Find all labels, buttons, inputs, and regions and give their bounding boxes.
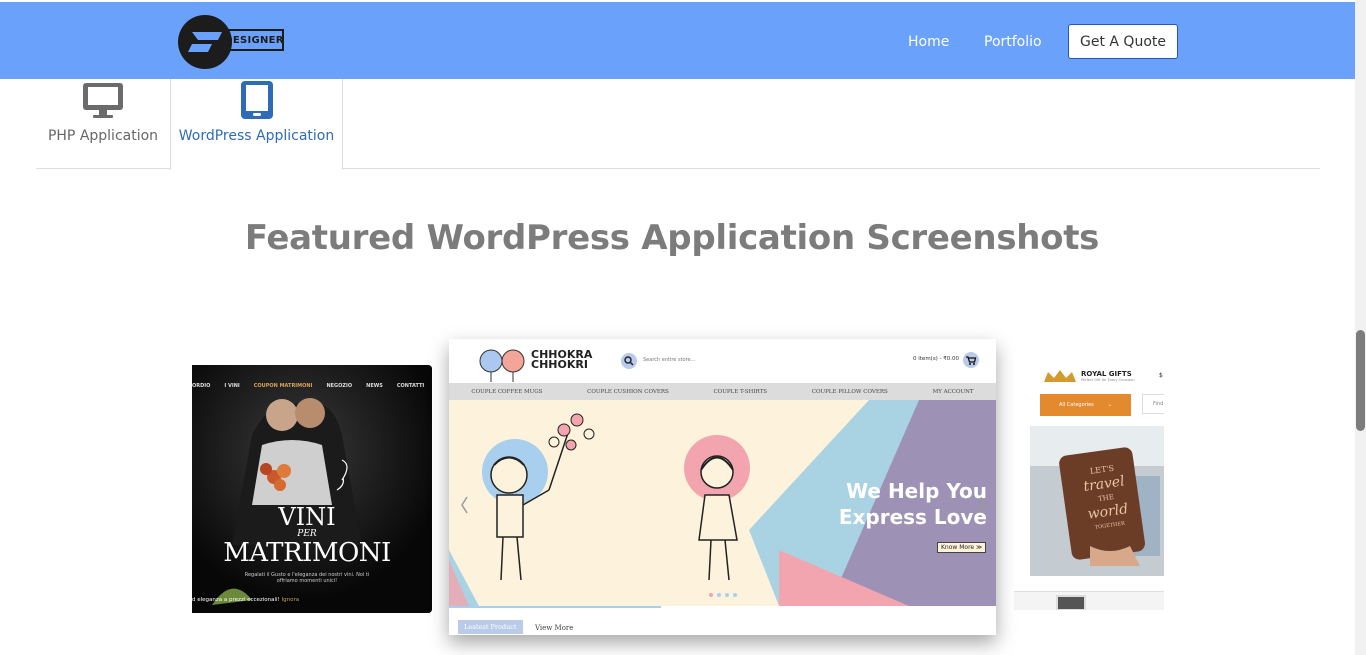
slide-left-headline: VINI PER MATRIMONI bbox=[192, 505, 422, 567]
get-a-quote-button[interactable]: Get A Quote bbox=[1068, 24, 1178, 59]
banner-line: Express Love bbox=[838, 505, 987, 529]
royal-gifts-header-icon: $ bbox=[1159, 372, 1163, 379]
cart-summary[interactable]: 0 item(s) - ₹0.00 bbox=[913, 356, 959, 362]
product-thumbnail-strip bbox=[1014, 591, 1164, 610]
shop-menu: COUPLE COFFEE MUGS COUPLE CUSHION COVERS… bbox=[449, 383, 996, 400]
shop-menu-item[interactable]: COUPLE COFFEE MUGS bbox=[471, 389, 542, 395]
couple-logo-icon bbox=[479, 349, 525, 382]
shop-menu-item[interactable]: MY ACCOUNT bbox=[933, 389, 974, 395]
menu-item: CONTATTI bbox=[396, 383, 425, 389]
slide-left-menu: ORDIO I VINI COUPON MATRIMONI NEGOZIO NE… bbox=[192, 383, 432, 389]
search-icon[interactable] bbox=[621, 353, 637, 369]
product-thumbnail[interactable] bbox=[1056, 595, 1086, 610]
nav-home-link[interactable]: Home bbox=[908, 34, 949, 50]
section-title: Featured WordPress Application Screensho… bbox=[244, 218, 1100, 258]
slide-left-subtext: Regalati il Gusto e l'eleganza dei nostr… bbox=[212, 572, 402, 584]
tab-php-label: PHP Application bbox=[47, 128, 159, 144]
brand-line: CHHOKRI bbox=[531, 358, 588, 371]
slide-chhokra-chhokri[interactable]: CHHOKRA CHHOKRI Search entire store... 0… bbox=[449, 339, 996, 635]
site-header: DESIGNER Home Portfolio Get A Quote bbox=[0, 0, 1355, 79]
banner-line: We Help You bbox=[846, 479, 987, 503]
banner-underline bbox=[449, 606, 661, 608]
desktop-monitor-icon bbox=[83, 83, 123, 118]
site-logo[interactable]: DESIGNER bbox=[178, 15, 290, 69]
scrollbar-track[interactable] bbox=[1355, 0, 1366, 655]
shop-menu-item[interactable]: COUPLE PILLOW COVERS bbox=[812, 389, 888, 395]
category-label: All Categories bbox=[1059, 402, 1094, 408]
brand-wordmark: CHHOKRA CHHOKRI bbox=[531, 349, 592, 371]
tab-php-application[interactable]: PHP Application bbox=[36, 79, 170, 169]
subtext-line: offriamo momenti unici! bbox=[276, 578, 338, 584]
slide-royal-gifts[interactable]: ROYAL GIFTS Perfect Gift for Every Occas… bbox=[1014, 356, 1164, 610]
headline-matrimoni: MATRIMONI bbox=[223, 538, 391, 568]
cookie-bar: d eleganza a prezzi eccezionali! Ignora bbox=[192, 597, 299, 603]
menu-item: NEWS bbox=[366, 383, 383, 389]
chevron-down-icon: ⌄ bbox=[1107, 402, 1112, 408]
logo-text: DESIGNER bbox=[224, 29, 284, 51]
tablet-icon bbox=[240, 81, 273, 119]
cookie-ignore-link[interactable]: Ignora bbox=[282, 597, 300, 603]
menu-item: COUPON MATRIMONI bbox=[253, 383, 313, 389]
menu-item: ORDIO bbox=[192, 383, 211, 389]
know-more-button[interactable]: Know More ≫ bbox=[937, 542, 987, 553]
tab-wordpress-label: WordPress Application bbox=[178, 128, 335, 144]
latest-product-tab[interactable]: Leatest Product bbox=[458, 620, 523, 634]
shop-menu-item[interactable]: COUPLE CUSHION COVERS bbox=[587, 389, 669, 395]
cart-icon[interactable] bbox=[963, 352, 979, 368]
royal-gifts-brand: ROYAL GIFTS bbox=[1081, 370, 1132, 378]
royal-gifts-tagline: Perfect Gift for Every Occasion bbox=[1081, 378, 1135, 382]
headline-vini: VINI bbox=[278, 503, 336, 531]
cookie-text: d eleganza a prezzi eccezionali! bbox=[192, 597, 280, 603]
nav-portfolio-link[interactable]: Portfolio bbox=[984, 34, 1042, 50]
royal-gifts-search-input[interactable]: Find bbox=[1142, 394, 1164, 414]
menu-item: I VINI bbox=[224, 383, 240, 389]
banner-headline: We Help You Express Love bbox=[789, 478, 987, 530]
menu-item: NEGOZIO bbox=[326, 383, 353, 389]
passport-engraving: LET'S travel THE world TOGETHER bbox=[1071, 459, 1140, 537]
tab-wordpress-application[interactable]: WordPress Application bbox=[170, 79, 343, 170]
store-search-input[interactable]: Search entire store... bbox=[643, 357, 695, 363]
all-categories-dropdown[interactable]: All Categories ⌄ bbox=[1040, 394, 1131, 416]
scrollbar-thumb[interactable] bbox=[1356, 330, 1365, 431]
slide-vini-matrimoni[interactable]: ORDIO I VINI COUPON MATRIMONI NEGOZIO NE… bbox=[192, 365, 432, 613]
shop-menu-item[interactable]: COUPLE T-SHIRTS bbox=[714, 389, 768, 395]
view-more-link[interactable]: View More bbox=[535, 624, 573, 632]
royal-gifts-crown-icon bbox=[1044, 370, 1076, 382]
